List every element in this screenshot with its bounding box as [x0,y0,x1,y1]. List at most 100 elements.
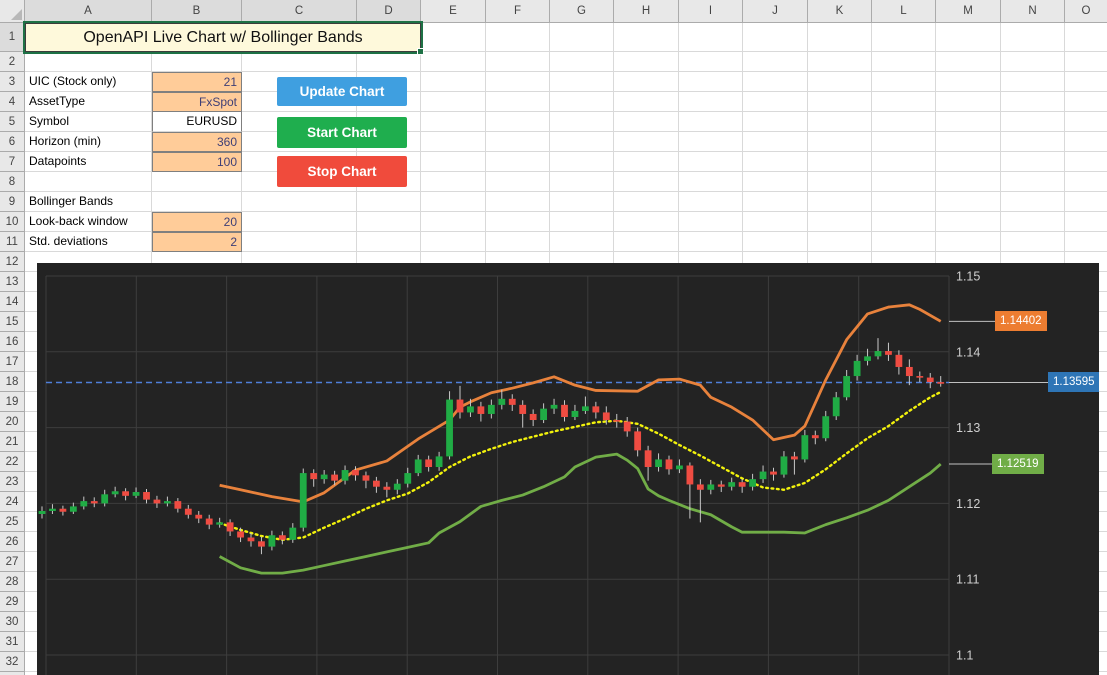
row-header-4[interactable]: 4 [0,92,25,112]
cell-L7[interactable] [872,152,936,172]
cell-O2[interactable] [1065,52,1107,72]
cell-J5[interactable] [743,112,808,132]
cell-J8[interactable] [743,172,808,192]
row-header-10[interactable]: 10 [0,212,25,232]
cell-B4[interactable]: FxSpot [152,92,242,112]
col-header-A[interactable]: A [25,0,152,23]
col-header-I[interactable]: I [679,0,743,23]
row-header-24[interactable]: 24 [0,492,25,512]
cell-C11[interactable] [242,232,357,252]
cell-N3[interactable] [1001,72,1065,92]
row-header-22[interactable]: 22 [0,452,25,472]
cell-N8[interactable] [1001,172,1065,192]
col-header-F[interactable]: F [486,0,550,23]
cell-E1[interactable] [421,23,486,52]
cell-C10[interactable] [242,212,357,232]
cell-I7[interactable] [679,152,743,172]
col-header-K[interactable]: K [808,0,872,23]
cell-L8[interactable] [872,172,936,192]
row-header-29[interactable]: 29 [0,592,25,612]
cell-J6[interactable] [743,132,808,152]
cell-M8[interactable] [936,172,1001,192]
col-header-O[interactable]: O [1065,0,1107,23]
col-header-N[interactable]: N [1001,0,1065,23]
cell-M6[interactable] [936,132,1001,152]
cell-B6[interactable]: 360 [152,132,242,152]
cell-O4[interactable] [1065,92,1107,112]
cell-I2[interactable] [679,52,743,72]
cell-A7[interactable]: Datapoints [25,152,152,172]
row-header-16[interactable]: 16 [0,332,25,352]
row-header-26[interactable]: 26 [0,532,25,552]
cell-G11[interactable] [550,232,614,252]
cell-K5[interactable] [808,112,872,132]
cell-E3[interactable] [421,72,486,92]
cell-N7[interactable] [1001,152,1065,172]
cell-J7[interactable] [743,152,808,172]
cell-B3[interactable]: 21 [152,72,242,92]
cell-L1[interactable] [872,23,936,52]
cell-E2[interactable] [421,52,486,72]
cell-F3[interactable] [486,72,550,92]
cell-F2[interactable] [486,52,550,72]
cell-M3[interactable] [936,72,1001,92]
cell-I11[interactable] [679,232,743,252]
cell-K10[interactable] [808,212,872,232]
cell-C2[interactable] [242,52,357,72]
cell-I4[interactable] [679,92,743,112]
cell-F6[interactable] [486,132,550,152]
cell-B8[interactable] [152,172,242,192]
cell-O8[interactable] [1065,172,1107,192]
cell-A2[interactable] [25,52,152,72]
cell-N6[interactable] [1001,132,1065,152]
cell-J9[interactable] [743,192,808,212]
cell-O11[interactable] [1065,232,1107,252]
col-header-L[interactable]: L [872,0,936,23]
cell-N10[interactable] [1001,212,1065,232]
cell-M9[interactable] [936,192,1001,212]
cell-H10[interactable] [614,212,679,232]
row-header-32[interactable]: 32 [0,652,25,672]
cell-L10[interactable] [872,212,936,232]
cell-E6[interactable] [421,132,486,152]
cell-K1[interactable] [808,23,872,52]
cell-J3[interactable] [743,72,808,92]
cell-E9[interactable] [421,192,486,212]
row-header-9[interactable]: 9 [0,192,25,212]
cell-G2[interactable] [550,52,614,72]
cell-H1[interactable] [614,23,679,52]
cell-O3[interactable] [1065,72,1107,92]
col-header-G[interactable]: G [550,0,614,23]
update-chart-button[interactable]: Update Chart [277,77,407,106]
cell-K4[interactable] [808,92,872,112]
cell-L5[interactable] [872,112,936,132]
row-header-17[interactable]: 17 [0,352,25,372]
cell-A9[interactable]: Bollinger Bands [25,192,152,212]
cell-L2[interactable] [872,52,936,72]
cell-A11[interactable]: Std. deviations [25,232,152,252]
cell-F9[interactable] [486,192,550,212]
cell-J11[interactable] [743,232,808,252]
row-header-3[interactable]: 3 [0,72,25,92]
cell-K7[interactable] [808,152,872,172]
cell-N9[interactable] [1001,192,1065,212]
cell-G7[interactable] [550,152,614,172]
col-header-E[interactable]: E [421,0,486,23]
cell-G8[interactable] [550,172,614,192]
cell-J10[interactable] [743,212,808,232]
cell-N4[interactable] [1001,92,1065,112]
cell-F1[interactable] [486,23,550,52]
cell-O6[interactable] [1065,132,1107,152]
cell-I10[interactable] [679,212,743,232]
start-chart-button[interactable]: Start Chart [277,117,407,148]
col-header-B[interactable]: B [152,0,242,23]
cell-D10[interactable] [357,212,421,232]
cell-O1[interactable] [1065,23,1107,52]
cell-A10[interactable]: Look-back window [25,212,152,232]
row-header-7[interactable]: 7 [0,152,25,172]
cell-L3[interactable] [872,72,936,92]
row-header-15[interactable]: 15 [0,312,25,332]
cell-I6[interactable] [679,132,743,152]
row-header-12[interactable]: 12 [0,252,25,272]
cell-B7[interactable]: 100 [152,152,242,172]
